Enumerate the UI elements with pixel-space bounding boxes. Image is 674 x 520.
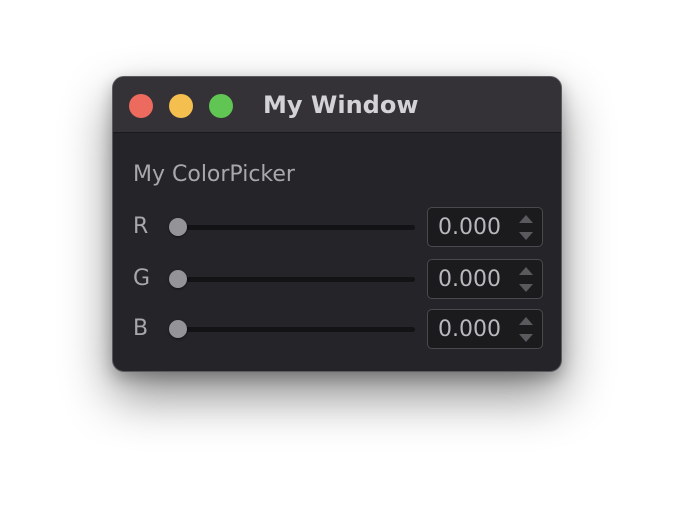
- spinbox-g[interactable]: [427, 259, 543, 299]
- slider-b[interactable]: [169, 317, 415, 341]
- titlebar[interactable]: My Window: [113, 77, 561, 133]
- minimize-button[interactable]: [169, 94, 193, 118]
- color-picker-label: My ColorPicker: [133, 162, 295, 187]
- window-content: My ColorPicker R G: [113, 133, 561, 371]
- triangle-down-icon[interactable]: [514, 330, 538, 346]
- spinbox-r[interactable]: [427, 207, 543, 247]
- slider-track: [169, 225, 415, 230]
- triangle-up-icon[interactable]: [514, 263, 538, 279]
- channel-label-b: B: [133, 316, 149, 341]
- maximize-button[interactable]: [209, 94, 233, 118]
- triangle-down-icon[interactable]: [514, 228, 538, 244]
- slider-g[interactable]: [169, 267, 415, 291]
- triangle-up-icon[interactable]: [514, 211, 538, 227]
- value-field-g[interactable]: [438, 266, 508, 294]
- channel-label-r: R: [133, 214, 149, 239]
- triangle-up-icon[interactable]: [514, 313, 538, 329]
- slider-r[interactable]: [169, 215, 415, 239]
- channel-row-r: R: [113, 207, 561, 247]
- window-title: My Window: [263, 91, 419, 119]
- slider-track: [169, 327, 415, 332]
- slider-track: [169, 277, 415, 282]
- value-field-r[interactable]: [438, 214, 508, 242]
- channel-row-g: G: [113, 259, 561, 299]
- channel-label-g: G: [133, 266, 151, 291]
- channel-row-b: B: [113, 309, 561, 349]
- value-field-b[interactable]: [438, 316, 508, 344]
- close-button[interactable]: [129, 94, 153, 118]
- window: My Window My ColorPicker R G: [112, 76, 562, 372]
- slider-thumb[interactable]: [169, 270, 187, 288]
- slider-thumb[interactable]: [169, 218, 187, 236]
- triangle-down-icon[interactable]: [514, 280, 538, 296]
- spinbox-b[interactable]: [427, 309, 543, 349]
- slider-thumb[interactable]: [169, 320, 187, 338]
